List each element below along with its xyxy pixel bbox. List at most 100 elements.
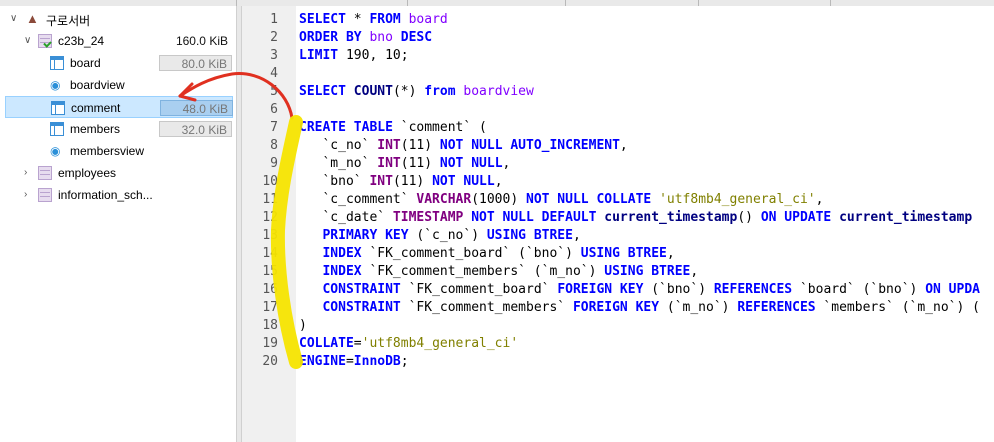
tree-row-view[interactable]: ◉ boardview xyxy=(0,74,236,96)
tree-row-table[interactable]: members 32.0 KiB xyxy=(0,118,236,140)
sql-token-kw: ENGINE xyxy=(299,354,346,369)
sql-token-kw: SELECT xyxy=(299,84,346,99)
line-number: 3 xyxy=(270,48,278,63)
sql-token-kw: NOT NULL AUTO_INCREMENT xyxy=(439,138,620,153)
sql-text: `bno` xyxy=(299,174,370,189)
line-number: 17 xyxy=(262,300,278,315)
tree-row-table-selected[interactable]: comment 48.0 KiB xyxy=(5,96,233,118)
tree-row-database[interactable]: ∨ c23b_24 160.0 KiB xyxy=(0,30,236,52)
sql-text: = xyxy=(353,336,362,351)
table-label: comment xyxy=(71,101,121,115)
sql-text: `board` (`bno`) xyxy=(792,282,926,297)
sql-text: `c_date` xyxy=(299,210,393,225)
sql-token-kw: NOT NULL xyxy=(439,156,503,171)
tree-row-view[interactable]: ◉ membersview xyxy=(0,140,236,162)
code-line[interactable]: INDEX `FK_comment_members` (`m_no`) USIN… xyxy=(299,264,698,279)
line-number: 10 xyxy=(262,174,278,189)
code-line[interactable]: ORDER BY bno DESC xyxy=(299,30,432,45)
code-line[interactable]: ENGINE=InnoDB; xyxy=(299,354,409,369)
sql-token-kw: FROM xyxy=(369,12,401,27)
chevron-down-icon[interactable]: ∨ xyxy=(24,35,31,46)
sql-token-str: 'utf8mb4_general_ci' xyxy=(659,192,816,207)
sql-token-kw: COLLATE xyxy=(299,336,354,351)
line-number: 18 xyxy=(262,318,278,333)
line-number: 7 xyxy=(270,120,278,135)
view-label: membersview xyxy=(70,144,145,158)
database-label: information_sch... xyxy=(58,188,153,202)
sql-text: (*) xyxy=(392,84,425,99)
sql-token-ty: TIMESTAMP xyxy=(392,210,464,225)
table-icon xyxy=(51,101,65,115)
sql-text: () xyxy=(737,210,761,225)
sql-text: , xyxy=(815,192,824,207)
sql-text: , xyxy=(666,246,675,261)
tree-row-database[interactable]: › information_sch... xyxy=(0,184,236,206)
code-line[interactable]: CONSTRAINT `FK_comment_board` FOREIGN KE… xyxy=(299,282,980,297)
code-line[interactable]: CONSTRAINT `FK_comment_members` FOREIGN … xyxy=(299,300,980,315)
code-line[interactable]: `bno` INT(11) NOT NULL, xyxy=(299,174,503,189)
code-line[interactable]: SELECT COUNT(*) from boardview xyxy=(299,84,534,99)
database-tree: ∨ ▲ 구로서버 ∨ c23b_24 160.0 KiB board 80.0 … xyxy=(0,6,236,442)
code-line[interactable]: `c_date` TIMESTAMP NOT NULL DEFAULT curr… xyxy=(299,210,972,225)
database-label: c23b_24 xyxy=(58,34,105,48)
code-line[interactable]: COLLATE='utf8mb4_general_ci' xyxy=(299,336,518,351)
sql-token-kw: NOT NULL COLLATE xyxy=(526,192,652,207)
code-line[interactable]: `c_comment` VARCHAR(1000) NOT NULL COLLA… xyxy=(299,192,823,207)
code-line[interactable]: CREATE TABLE `comment` ( xyxy=(299,120,487,135)
table-icon xyxy=(50,122,64,136)
chevron-down-icon[interactable]: ∨ xyxy=(10,13,17,24)
server-icon: ▲ xyxy=(26,11,39,26)
sql-token-ty: VARCHAR xyxy=(416,192,472,207)
line-number: 19 xyxy=(262,336,278,351)
database-icon xyxy=(38,34,52,48)
code-line[interactable]: INDEX `FK_comment_board` (`bno`) USING B… xyxy=(299,246,675,261)
sql-token-kw: NOT NULL xyxy=(432,174,495,189)
sql-token-kw: REFERENCES xyxy=(737,300,816,315)
database-size: 160.0 KiB xyxy=(175,34,228,48)
sql-token-kw: ON UPDATE xyxy=(760,210,832,225)
code-line[interactable]: SELECT * FROM board xyxy=(299,12,448,27)
database-label: employees xyxy=(58,166,117,180)
tree-row-database[interactable]: › employees xyxy=(0,162,236,184)
code-line[interactable]: LIMIT 190, 10; xyxy=(299,48,409,63)
code-line[interactable]: ) xyxy=(299,318,307,333)
sql-text: (`m_no`) xyxy=(659,300,738,315)
chevron-right-icon[interactable]: › xyxy=(24,167,27,178)
sql-token-kw: CREATE TABLE xyxy=(299,120,393,135)
database-icon xyxy=(38,166,52,180)
sql-token-kw: USING BTREE xyxy=(604,264,691,279)
sql-text: (`c_no`) xyxy=(408,228,487,243)
code-line[interactable]: `m_no` INT(11) NOT NULL, xyxy=(299,156,510,171)
sql-text: ; xyxy=(400,354,409,369)
sql-text: , xyxy=(619,138,628,153)
line-number: 6 xyxy=(270,102,278,117)
sql-text: , xyxy=(494,174,503,189)
code-line[interactable]: `c_no` INT(11) NOT NULL AUTO_INCREMENT, xyxy=(299,138,628,153)
sql-token-kw: NOT NULL DEFAULT xyxy=(471,210,597,225)
sql-text: (`bno`) xyxy=(643,282,714,297)
view-label: boardview xyxy=(70,78,125,92)
tree-row-table[interactable]: board 80.0 KiB xyxy=(0,52,236,74)
sql-token-kw: INDEX xyxy=(322,264,362,279)
sql-token-kw: CONSTRAINT xyxy=(322,300,401,315)
chevron-right-icon[interactable]: › xyxy=(24,189,27,200)
line-number: 1 xyxy=(270,12,278,27)
code-line[interactable]: PRIMARY KEY (`c_no`) USING BTREE, xyxy=(299,228,580,243)
table-size: 48.0 KiB xyxy=(160,100,233,116)
sql-text: (1000) xyxy=(471,192,526,207)
sql-token-id: boardview xyxy=(463,84,534,99)
sql-text: `members` (`m_no`) ( xyxy=(815,300,980,315)
sql-text: (11) xyxy=(400,156,440,171)
line-number-gutter: 1 2 3 4 5 6 7 8 9 10 11 12 13 14 15 16 1… xyxy=(242,6,296,442)
sql-text: (11) xyxy=(400,138,440,153)
table-icon xyxy=(50,56,64,70)
sql-text: `FK_comment_board` xyxy=(400,282,558,297)
sql-editor[interactable]: SELECT * FROM board ORDER BY bno DESC LI… xyxy=(296,6,994,442)
sql-text: `FK_comment_members` (`m_no`) xyxy=(361,264,605,279)
tree-row-server[interactable]: ∨ ▲ 구로서버 xyxy=(0,8,236,30)
